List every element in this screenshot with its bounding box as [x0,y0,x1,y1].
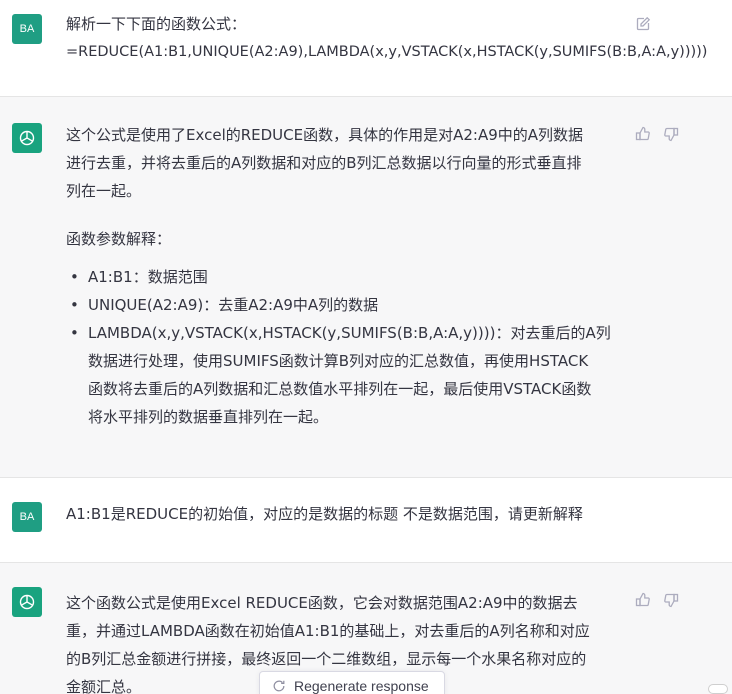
thumbs-up-icon[interactable] [634,591,652,609]
user-avatar: BA [12,502,42,532]
message-line: 进行去重，并将去重后的A列数据和对应的B列汇总数据以行向量的形式垂直排 [66,154,582,172]
params-heading: 函数参数解释： [66,230,172,248]
assistant-message-text: 这个公式是使用了Excel的REDUCE函数，具体的作用是对A2:A9中的A列数… [66,121,626,431]
params-list: A1:B1：数据范围 UNIQUE(A2:A9)：去重A2:A9中A列的数据 L… [66,263,626,431]
regenerate-label: Regenerate response [294,678,429,694]
user-avatar: BA [12,14,42,44]
user-message-text: A1:B1是REDUCE的初始值，对应的是数据的标题 不是数据范围，请更新解释 [66,500,706,528]
edit-icon[interactable] [634,15,652,33]
message-line: 这个公式是使用了Excel的REDUCE函数，具体的作用是对A2:A9中的A列数… [66,126,584,144]
list-item: UNIQUE(A2:A9)：去重A2:A9中A列的数据 [66,291,626,319]
assistant-message-1: 这个公式是使用了Excel的REDUCE函数，具体的作用是对A2:A9中的A列数… [0,96,732,478]
list-item: LAMBDA(x,y,VSTACK(x,HSTACK(y,SUMIFS(B:B,… [66,319,626,431]
regenerate-response-button[interactable]: Regenerate response [259,671,445,694]
message-line: 的B列汇总金额进行拼接，最终返回一个二维数组，显示每一个水果名称对应的 [66,650,587,668]
message-line: 这个函数公式是使用Excel REDUCE函数，它会对数据范围A2:A9中的数据… [66,594,578,612]
openai-logo-icon [12,587,42,617]
user-message-text: 解析一下下面的函数公式： =REDUCE(A1:B1,UNIQUE(A2:A9)… [66,10,732,66]
refresh-icon [272,679,286,693]
thumbs-down-icon[interactable] [662,125,680,143]
scroll-to-bottom-button[interactable] [708,684,728,694]
message-line: 列在一起。 [66,182,142,200]
message-line: =REDUCE(A1:B1,UNIQUE(A2:A9),LAMBDA(x,y,V… [66,44,708,60]
user-message-2: BA A1:B1是REDUCE的初始值，对应的是数据的标题 不是数据范围，请更新… [0,478,732,562]
list-item: A1:B1：数据范围 [66,263,626,291]
message-line: 重，并通过LAMBDA函数在初始值A1:B1的基础上，对去重后的A列名称和对应 [66,622,590,640]
message-line: 解析一下下面的函数公式： [66,15,247,33]
thumbs-up-icon[interactable] [634,125,652,143]
thumbs-down-icon[interactable] [662,591,680,609]
openai-logo-icon [12,123,42,153]
message-line: A1:B1是REDUCE的初始值，对应的是数据的标题 不是数据范围，请更新解释 [66,505,583,523]
user-message-1: BA 解析一下下面的函数公式： =REDUCE(A1:B1,UNIQUE(A2:… [0,0,732,96]
